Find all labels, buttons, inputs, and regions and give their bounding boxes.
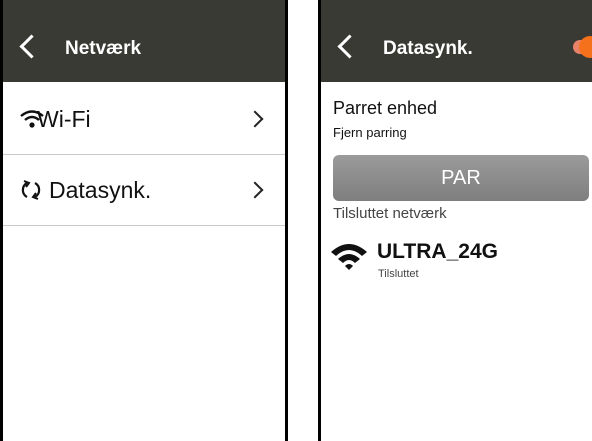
network-screen: Netværk Wi-Fi Datasynk.	[0, 0, 288, 441]
paired-device-title: Parret enhed	[333, 98, 438, 118]
menu-item-datasync[interactable]: Datasynk.	[3, 155, 285, 226]
menu-item-label: Wi-Fi	[37, 106, 91, 132]
menu-item-label: Datasynk.	[49, 177, 152, 203]
connected-network-label: Tilsluttet netværk	[333, 205, 447, 222]
pair-button[interactable]: PAR	[333, 155, 589, 201]
network-name[interactable]: ULTRA_24G	[377, 240, 498, 264]
chevron-right-icon	[246, 181, 264, 199]
network-status: Tilsluttet	[378, 268, 419, 280]
datasync-header: Datasynk.	[321, 0, 592, 82]
wifi-signal-icon	[331, 244, 367, 270]
unpair-link[interactable]: Fjern parring	[333, 125, 407, 140]
menu-item-wifi[interactable]: Wi-Fi	[3, 84, 285, 155]
back-arrow-icon[interactable]	[337, 34, 362, 59]
sync-toggle-knob[interactable]	[579, 36, 592, 58]
datasync-screen: Datasynk. Parret enhed Fjern parring PAR…	[318, 0, 592, 441]
network-header: Netværk	[3, 0, 285, 82]
chevron-right-icon	[246, 110, 264, 128]
page-title: Netværk	[65, 38, 142, 59]
back-arrow-icon[interactable]	[19, 34, 44, 59]
page-title: Datasynk.	[383, 38, 473, 59]
sync-icon	[21, 180, 41, 200]
